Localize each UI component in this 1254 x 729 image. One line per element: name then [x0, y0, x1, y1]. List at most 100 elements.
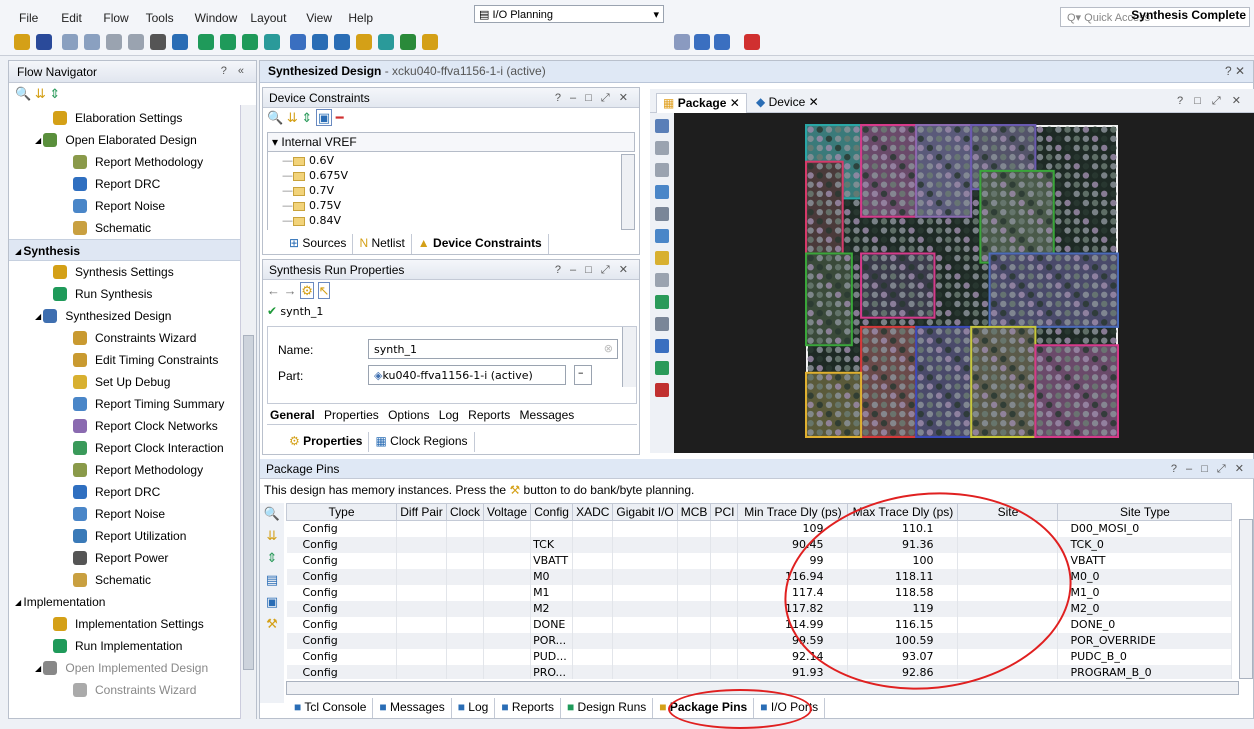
package-pin[interactable]: [908, 126, 915, 133]
package-pin[interactable]: [871, 144, 879, 152]
package-pin[interactable]: [1000, 181, 1007, 188]
package-pin[interactable]: [853, 144, 860, 152]
package-pin[interactable]: [844, 309, 851, 317]
package-pin[interactable]: [1027, 227, 1035, 234]
package-pin[interactable]: [889, 328, 897, 335]
package-pin[interactable]: [981, 236, 989, 243]
package-pin[interactable]: [889, 374, 897, 381]
package-pin[interactable]: [1027, 153, 1035, 161]
package-pin[interactable]: [1018, 429, 1025, 436]
package-pin[interactable]: [862, 163, 869, 170]
package-pin[interactable]: [807, 410, 814, 418]
package-pin[interactable]: [834, 300, 842, 308]
package-pin[interactable]: [917, 208, 924, 216]
package-pin[interactable]: [834, 337, 842, 344]
package-pin[interactable]: [1110, 218, 1117, 225]
package-pin[interactable]: [834, 199, 842, 207]
package-pin[interactable]: [889, 429, 897, 436]
package-pin[interactable]: [981, 282, 989, 289]
package-pin[interactable]: [862, 337, 869, 344]
package-pin[interactable]: [816, 401, 823, 409]
expand-all-icon[interactable]: ⇕: [260, 547, 284, 569]
package-pin[interactable]: [880, 135, 888, 142]
package-pin[interactable]: [899, 245, 906, 253]
package-pin[interactable]: [926, 126, 934, 133]
package-pin[interactable]: [972, 172, 979, 179]
package-pin[interactable]: [871, 420, 879, 427]
package-pin[interactable]: [871, 346, 879, 354]
package-pin[interactable]: [1055, 199, 1062, 207]
package-pin[interactable]: [1082, 291, 1090, 298]
package-pin[interactable]: [917, 383, 924, 390]
package-pin[interactable]: [834, 208, 842, 216]
package-pin[interactable]: [889, 245, 897, 253]
tab-clock-regions[interactable]: ▦ Clock Regions: [369, 432, 475, 452]
package-pin[interactable]: [935, 236, 943, 243]
package-pin[interactable]: [945, 236, 952, 243]
package-pin[interactable]: [844, 282, 851, 289]
package-pin[interactable]: [1064, 355, 1071, 363]
package-pin[interactable]: [972, 254, 979, 262]
package-pin[interactable]: [1101, 126, 1108, 133]
package-pin[interactable]: [844, 126, 851, 133]
package-pin[interactable]: [954, 328, 961, 335]
package-pin[interactable]: [871, 190, 879, 198]
package-pin[interactable]: [889, 309, 897, 317]
package-pin[interactable]: [1082, 346, 1090, 354]
package-pin[interactable]: [1018, 392, 1025, 399]
vref-item[interactable]: —0.84V: [282, 214, 341, 227]
package-pin[interactable]: [816, 355, 823, 363]
package-pin[interactable]: [889, 144, 897, 152]
package-pin[interactable]: [954, 309, 961, 317]
package-pin[interactable]: [853, 163, 860, 170]
column-header[interactable]: Min Trace Dly (ps): [737, 503, 849, 521]
package-pin[interactable]: [954, 401, 961, 409]
package-pin[interactable]: [1018, 254, 1025, 262]
package-pin[interactable]: [1055, 264, 1062, 271]
package-pin[interactable]: [1009, 144, 1016, 152]
package-pin[interactable]: [1009, 337, 1016, 344]
package-pin[interactable]: [1091, 355, 1099, 363]
copy-icon[interactable]: [106, 34, 122, 50]
package-pin[interactable]: [935, 163, 943, 170]
package-pin[interactable]: [1064, 245, 1071, 253]
vref-item[interactable]: —0.75V: [282, 199, 341, 212]
package-pin[interactable]: [917, 254, 924, 262]
package-pin[interactable]: [990, 319, 998, 326]
package-pin[interactable]: [1000, 309, 1007, 317]
package-pin[interactable]: [1036, 126, 1044, 133]
package-pin[interactable]: [1055, 153, 1062, 161]
package-pin[interactable]: [862, 172, 869, 179]
package-pin[interactable]: [1009, 135, 1016, 142]
package-pin[interactable]: [1027, 273, 1035, 280]
package-pin[interactable]: [1064, 300, 1071, 308]
tab-sources[interactable]: ⊞ Sources: [283, 234, 354, 254]
io-bank-region[interactable]: [988, 252, 1119, 328]
package-pin[interactable]: [853, 355, 860, 363]
package-pin[interactable]: [1073, 245, 1080, 253]
run-all-icon[interactable]: [220, 34, 236, 50]
package-pin[interactable]: [945, 218, 952, 225]
package-pin[interactable]: [935, 429, 943, 436]
package-pin[interactable]: [880, 199, 888, 207]
menu-tools[interactable]: Tools: [146, 11, 174, 25]
package-pin[interactable]: [972, 300, 979, 308]
package-pin[interactable]: [825, 319, 833, 326]
package-pin[interactable]: [853, 273, 860, 280]
tab-properties[interactable]: Properties: [321, 408, 382, 422]
package-pin[interactable]: [981, 401, 989, 409]
nav-item-edit-timing-constraints[interactable]: Edit Timing Constraints: [9, 349, 234, 371]
package-pin[interactable]: [1000, 273, 1007, 280]
package-pin[interactable]: [1000, 401, 1007, 409]
package-pin[interactable]: [954, 355, 961, 363]
package-pin[interactable]: [990, 420, 998, 427]
package-pin[interactable]: [917, 355, 924, 363]
package-pin[interactable]: [1064, 410, 1071, 418]
close-icon[interactable]: ✕: [730, 96, 740, 110]
package-pin[interactable]: [834, 346, 842, 354]
package-pin[interactable]: [926, 392, 934, 399]
package-pin[interactable]: [899, 355, 906, 363]
select-icon[interactable]: ↖: [317, 282, 331, 299]
package-pin[interactable]: [1091, 410, 1099, 418]
package-pin[interactable]: [1073, 227, 1080, 234]
